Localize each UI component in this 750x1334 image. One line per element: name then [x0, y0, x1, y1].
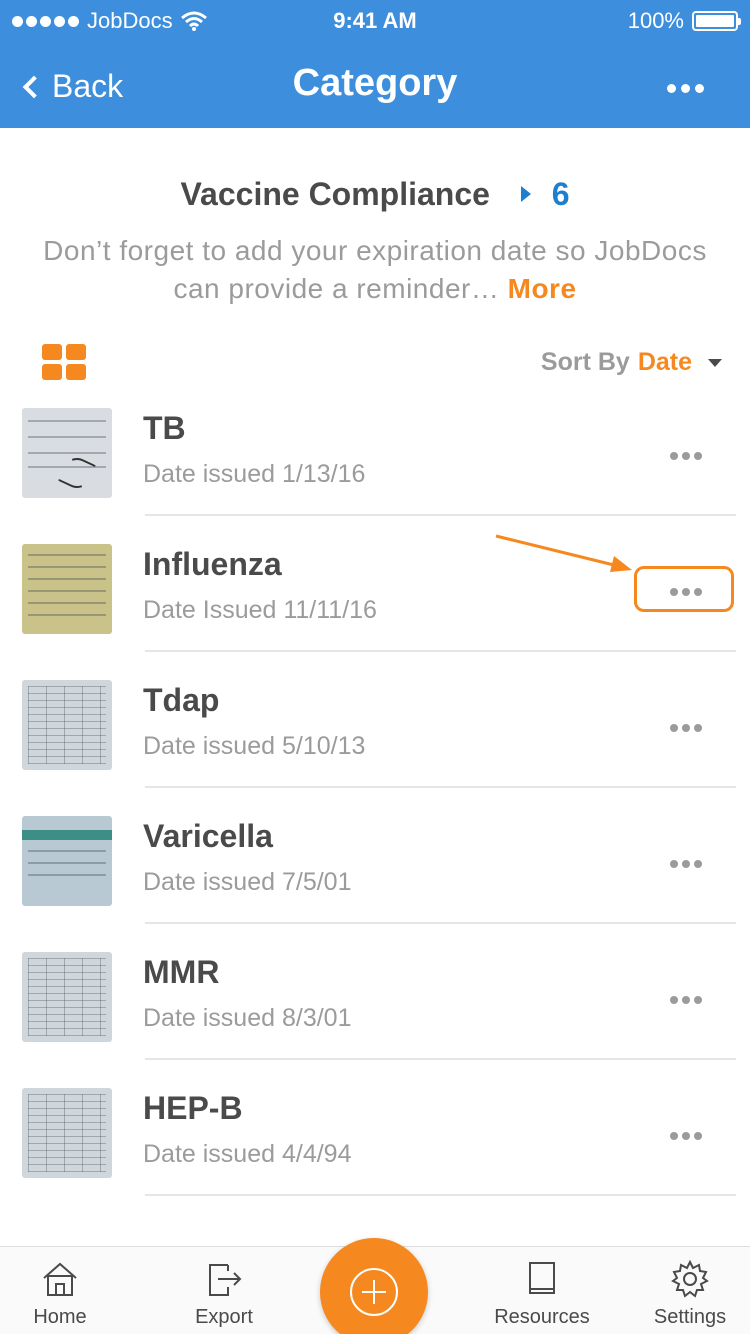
app-header: JobDocs 9:41 AM 100% Back Category: [0, 0, 750, 128]
tab-label: Resources: [494, 1306, 590, 1328]
plus-icon-v: [373, 1280, 375, 1304]
sort-dropdown[interactable]: Sort By Date: [541, 348, 722, 377]
more-options-icon[interactable]: [670, 860, 702, 868]
list-item[interactable]: MMR Date issued 8/3/01: [0, 924, 750, 1060]
grid-view-icon[interactable]: [42, 344, 86, 380]
document-thumbnail: [22, 1088, 112, 1178]
list-item[interactable]: TB Date issued 1/13/16: [0, 380, 750, 516]
document-date: Date Issued 11/11/16: [143, 596, 377, 624]
document-thumbnail: [22, 544, 112, 634]
document-list: TB Date issued 1/13/16 Influenza Date Is…: [0, 380, 750, 1196]
export-icon: [209, 1264, 242, 1296]
list-item[interactable]: Tdap Date issued 5/10/13: [0, 652, 750, 788]
book-icon: [529, 1262, 555, 1294]
status-bar: JobDocs 9:41 AM 100%: [0, 0, 750, 40]
document-date: Date issued 4/4/94: [143, 1140, 352, 1168]
document-thumbnail: [22, 680, 112, 770]
document-title: HEP-B: [143, 1090, 243, 1126]
category-title-row: Vaccine Compliance 6: [0, 176, 750, 213]
category-description: Don’t forget to add your expiration date…: [40, 232, 710, 308]
more-link[interactable]: More: [508, 273, 577, 304]
document-thumbnail: [22, 816, 112, 906]
category-name: Vaccine Compliance: [180, 176, 490, 212]
nav-bar: Back Category: [0, 40, 750, 128]
home-icon: [43, 1262, 77, 1296]
sort-label: Sort By: [540, 348, 630, 376]
more-options-icon[interactable]: [667, 84, 704, 93]
document-title: Influenza: [143, 546, 282, 582]
page-title: Category: [292, 62, 458, 104]
tab-export[interactable]: Export: [164, 1247, 284, 1334]
tab-resources[interactable]: Resources: [482, 1247, 602, 1334]
battery-percent: 100%: [627, 8, 684, 33]
battery-icon: [692, 11, 741, 31]
caret-right-icon: [520, 185, 531, 202]
document-date: Date issued 7/5/01: [143, 868, 352, 896]
sort-value: Date: [637, 348, 692, 376]
document-title: MMR: [143, 954, 220, 990]
tab-settings[interactable]: Settings: [630, 1247, 750, 1334]
tab-label: Export: [195, 1306, 253, 1328]
list-item[interactable]: HEP-B Date issued 4/4/94: [0, 1060, 750, 1196]
more-options-icon[interactable]: [670, 996, 702, 1004]
tab-home[interactable]: Home: [0, 1247, 120, 1334]
document-thumbnail: [22, 952, 112, 1042]
annotation-arrow-icon: [495, 534, 632, 572]
document-date: Date issued 8/3/01: [143, 1004, 352, 1032]
divider: [145, 1194, 736, 1196]
battery-fill: [696, 15, 734, 27]
tab-label: Settings: [653, 1306, 727, 1328]
list-item[interactable]: Varicella Date issued 7/5/01: [0, 788, 750, 924]
status-right: 100%: [627, 8, 741, 34]
category-count: 6: [551, 176, 570, 212]
document-title: Varicella: [143, 818, 273, 854]
tab-label: Home: [33, 1306, 87, 1328]
category-description-text: Don’t forget to add your expiration date…: [43, 235, 707, 304]
chevron-down-icon: [708, 358, 722, 367]
document-date: Date issued 5/10/13: [143, 732, 366, 760]
more-options-icon[interactable]: [670, 1132, 702, 1140]
more-options-icon[interactable]: [670, 724, 702, 732]
document-title: Tdap: [143, 682, 220, 718]
more-options-icon[interactable]: [670, 452, 702, 460]
document-date: Date issued 1/13/16: [143, 460, 366, 488]
highlight-box: [634, 566, 734, 612]
document-thumbnail: [22, 408, 112, 498]
document-title: TB: [143, 410, 186, 446]
gear-icon: [671, 1259, 709, 1298]
